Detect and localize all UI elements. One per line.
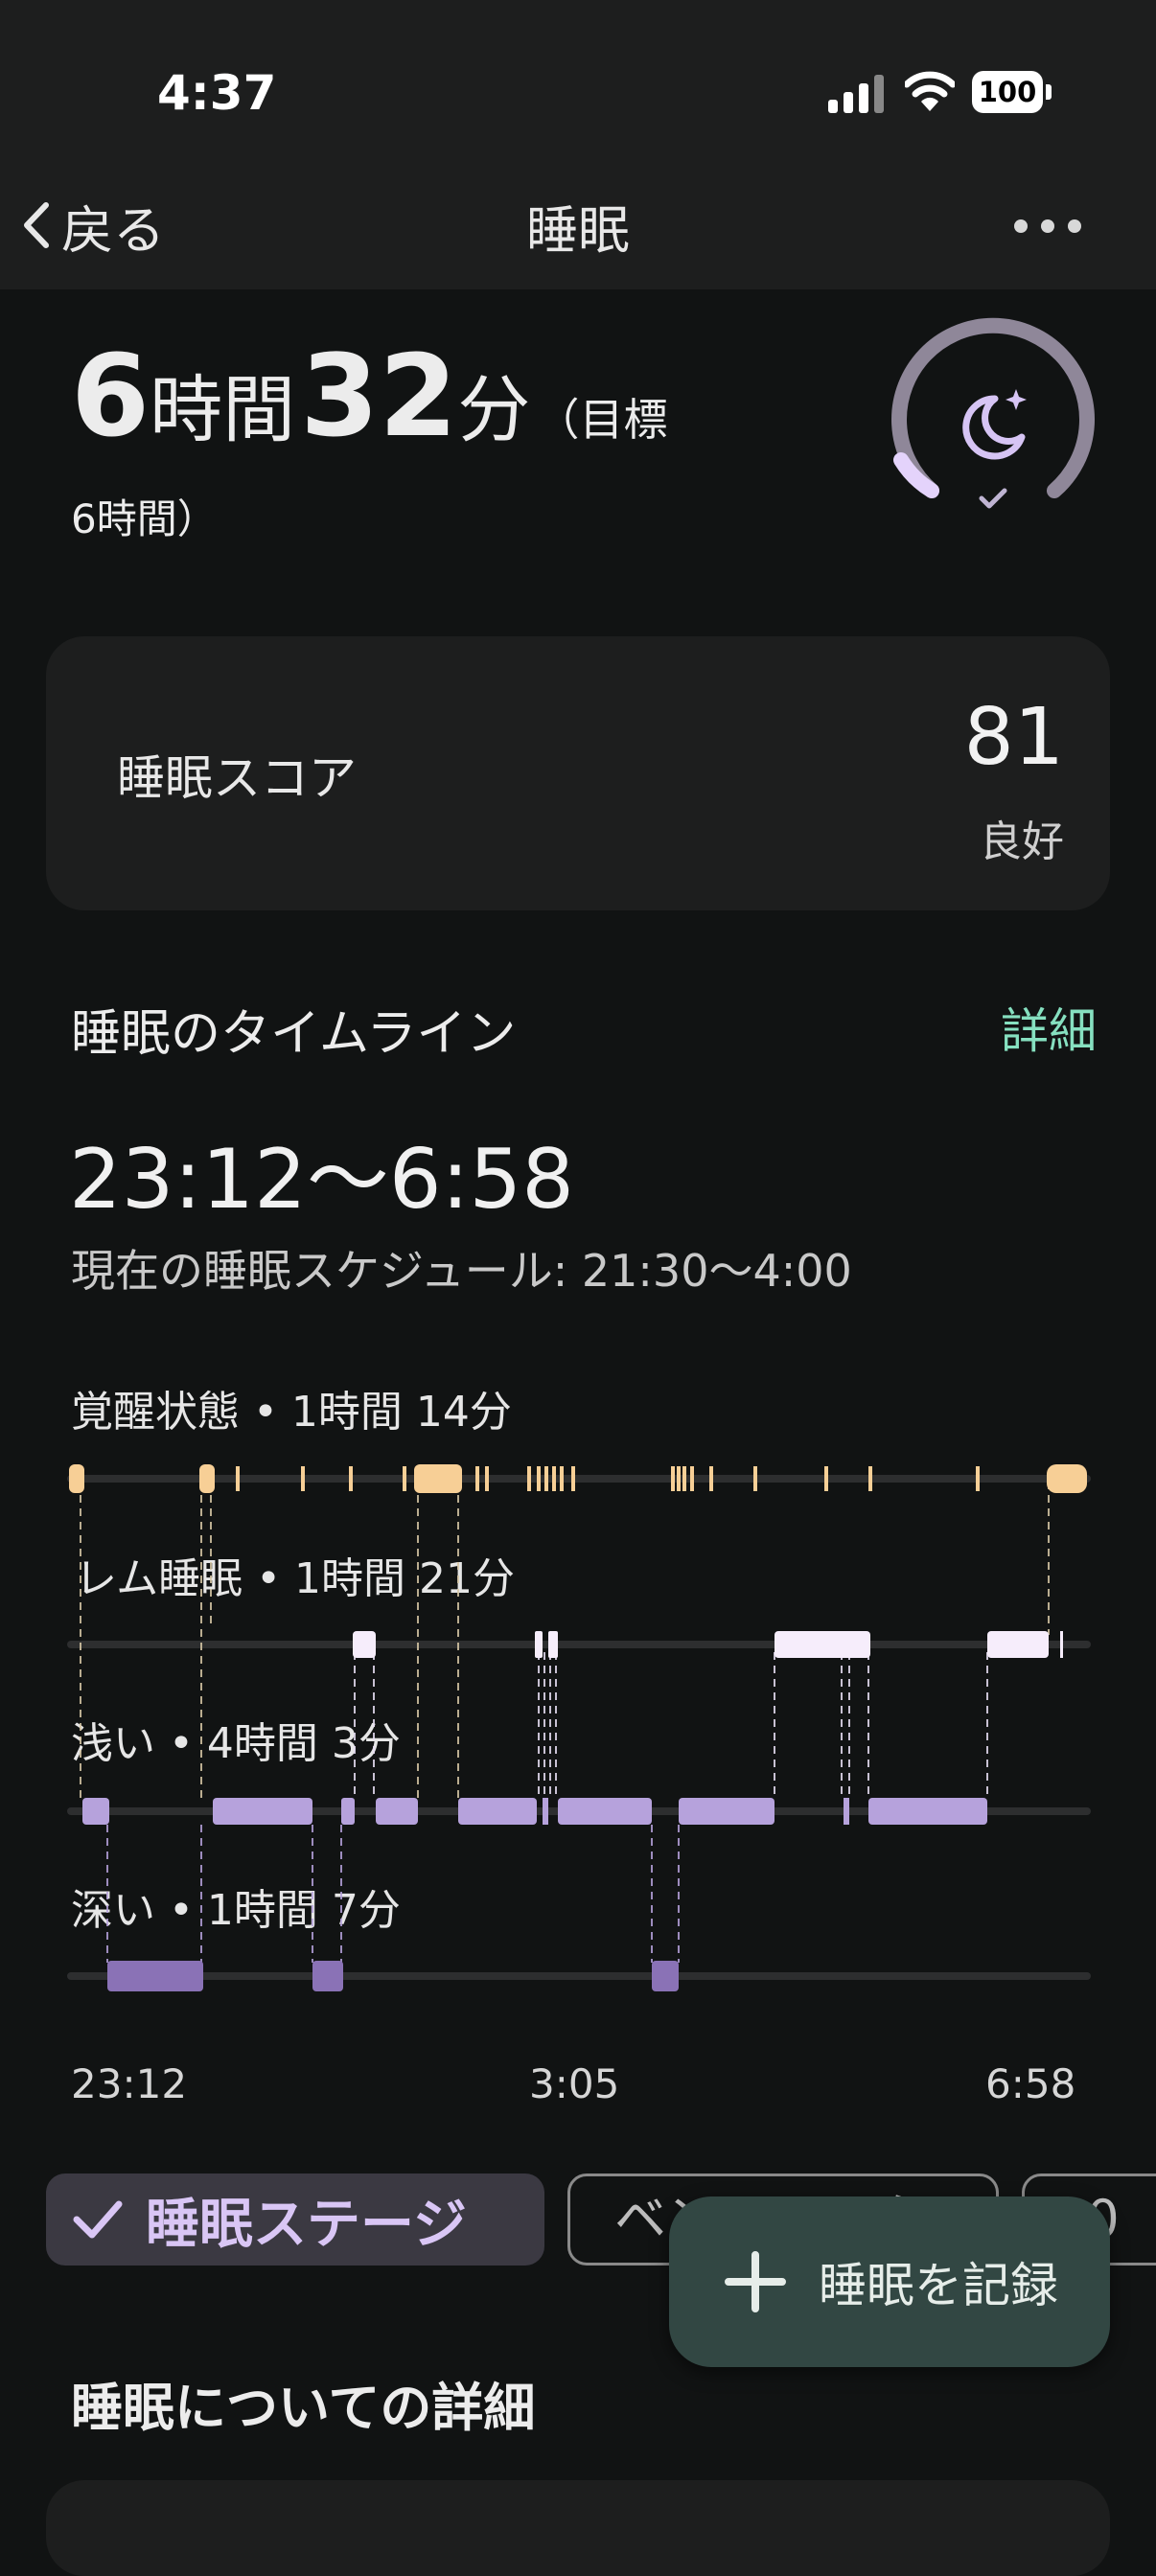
timeline-heading: 睡眠のタイムライン bbox=[71, 1005, 517, 1063]
status-time: 4:37 bbox=[157, 65, 277, 121]
hours-value: 6 bbox=[71, 330, 150, 462]
axis-label-start: 23:12 bbox=[71, 2060, 188, 2107]
sleep-goal-ring bbox=[891, 317, 1095, 509]
more-dot-icon bbox=[1068, 219, 1081, 233]
sleep-stage-chart[interactable]: 覚醒状態 • 1時間 14分 レム睡眠 • 1時間 21分 浅い • 4時間 3… bbox=[0, 1342, 1156, 2070]
goal-suffix: 6時間） bbox=[71, 495, 218, 542]
hours-unit: 時間 bbox=[150, 367, 296, 452]
log-sleep-label: 睡眠を記録 bbox=[819, 2258, 1058, 2313]
axis-label-end: 6:58 bbox=[985, 2060, 1076, 2107]
sleep-duration: 6時間 32分 （目標 bbox=[71, 330, 668, 462]
timeline-details-link[interactable]: 詳細 bbox=[1001, 993, 1097, 1062]
check-icon bbox=[979, 488, 1007, 509]
moon-stars-icon bbox=[962, 389, 1027, 460]
sleep-schedule: 現在の睡眠スケジュール: 21:30〜4:00 bbox=[71, 1245, 852, 1297]
minutes-unit: 分 bbox=[457, 367, 531, 452]
sleep-score-label: 睡眠スコア bbox=[117, 750, 357, 806]
stage-label-awake: 覚醒状態 • 1時間 14分 bbox=[71, 1388, 512, 1437]
sleep-stages-chip[interactable]: 睡眠ステージ bbox=[46, 2174, 544, 2266]
battery-icon: 100 bbox=[972, 71, 1052, 115]
sleep-details-heading: 睡眠についての詳細 bbox=[71, 2378, 536, 2438]
battery-level: 100 bbox=[972, 71, 1043, 113]
minutes-value: 32 bbox=[300, 330, 458, 462]
more-dot-icon bbox=[1041, 219, 1054, 233]
page-title: 睡眠 bbox=[526, 200, 630, 261]
stage-label-deep: 深い • 1時間 7分 bbox=[71, 1886, 401, 1935]
sleep-details-card[interactable] bbox=[46, 2480, 1110, 2576]
sleep-score-value: 81 bbox=[963, 692, 1064, 783]
axis-label-mid: 3:05 bbox=[529, 2060, 620, 2107]
sleep-time-range: 23:12〜6:58 bbox=[69, 1132, 574, 1228]
stage-label-light: 浅い • 4時間 3分 bbox=[71, 1719, 401, 1768]
sleep-score-description: 良好 bbox=[980, 817, 1064, 866]
wifi-icon bbox=[905, 71, 955, 111]
more-options-button[interactable] bbox=[1014, 207, 1091, 245]
more-dot-icon bbox=[1014, 219, 1028, 233]
goal-prefix: （目標 bbox=[535, 394, 668, 446]
cellular-signal-icon bbox=[828, 75, 884, 113]
sleep-stages-chip-label: 睡眠ステージ bbox=[146, 2193, 467, 2256]
log-sleep-button[interactable]: 睡眠を記録 bbox=[669, 2196, 1110, 2367]
plus-icon bbox=[725, 2251, 786, 2312]
check-icon bbox=[73, 2200, 123, 2239]
stage-label-rem: レム睡眠 • 1時間 21分 bbox=[75, 1554, 515, 1603]
